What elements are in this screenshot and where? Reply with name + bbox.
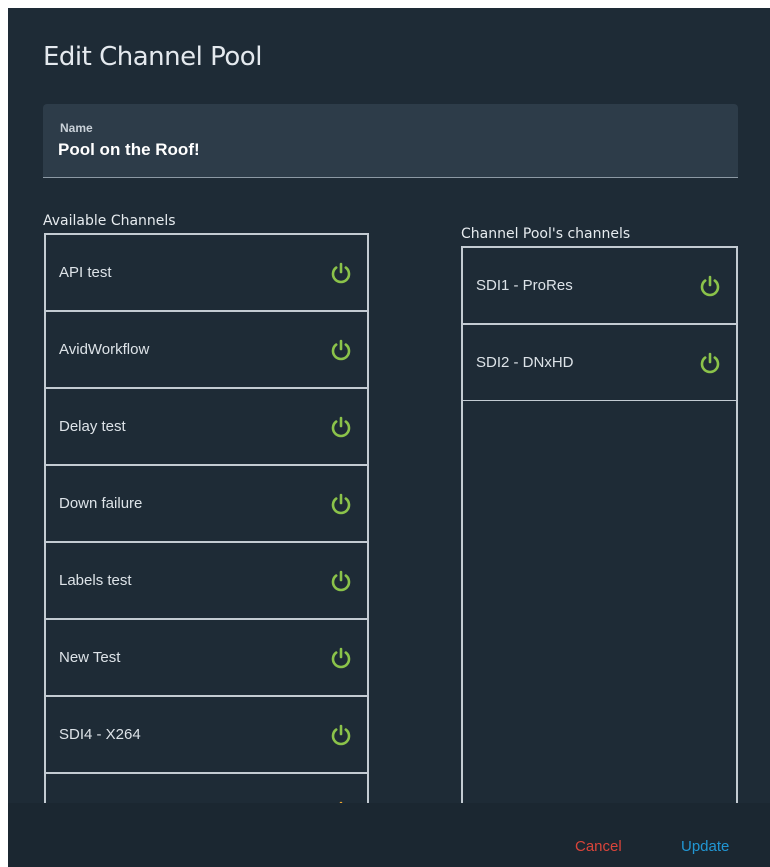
power-icon[interactable]: [329, 723, 353, 747]
channel-name: Delay test: [59, 418, 126, 435]
channel-name: SDI2 - DNxHD: [476, 354, 574, 371]
power-icon[interactable]: [329, 261, 353, 285]
name-field[interactable]: Name: [43, 104, 738, 178]
available-channels-list[interactable]: API test AvidWorkflow Delay test Down failu…: [44, 233, 369, 811]
dialog-title: Edit Channel Pool: [43, 42, 262, 72]
channel-item[interactable]: AvidWorkflow: [46, 312, 367, 389]
channel-name: API test: [59, 264, 112, 281]
channel-name: Down failure: [59, 495, 143, 512]
channel-name: SDI4 - X264: [59, 726, 141, 743]
channel-item[interactable]: Down failure: [46, 466, 367, 543]
channel-item[interactable]: SDI4 - X264: [46, 697, 367, 774]
channel-item[interactable]: Delay test: [46, 389, 367, 466]
power-icon[interactable]: [329, 338, 353, 362]
name-field-label: Name: [60, 121, 93, 135]
pool-channels-label: Channel Pool's channels: [461, 226, 631, 242]
update-button[interactable]: Update: [681, 838, 729, 855]
power-icon[interactable]: [329, 492, 353, 516]
name-input[interactable]: [58, 140, 718, 160]
pool-channels-list[interactable]: SDI1 - ProRes SDI2 - DNxHD: [461, 246, 738, 401]
channel-item[interactable]: SDI2 - DNxHD: [463, 325, 736, 401]
pool-drop-area[interactable]: [461, 401, 738, 811]
channel-name: AvidWorkflow: [59, 341, 150, 358]
channel-name: New Test: [59, 649, 121, 666]
channel-name: Labels test: [59, 572, 132, 589]
power-icon[interactable]: [329, 646, 353, 670]
dialog-footer: Cancel Update: [8, 803, 770, 867]
edit-channel-pool-dialog: Edit Channel Pool Name Available Channel…: [8, 8, 770, 867]
power-icon[interactable]: [698, 351, 722, 375]
power-icon[interactable]: [329, 415, 353, 439]
channel-item[interactable]: API test: [46, 235, 367, 312]
channel-item[interactable]: SDI1 - ProRes: [463, 248, 736, 325]
channel-name: SDI1 - ProRes: [476, 277, 573, 294]
channel-item[interactable]: Labels test: [46, 543, 367, 620]
power-icon[interactable]: [329, 569, 353, 593]
power-icon[interactable]: [698, 274, 722, 298]
channel-item[interactable]: New Test: [46, 620, 367, 697]
cancel-button[interactable]: Cancel: [575, 838, 622, 855]
available-channels-label: Available Channels: [43, 213, 176, 229]
